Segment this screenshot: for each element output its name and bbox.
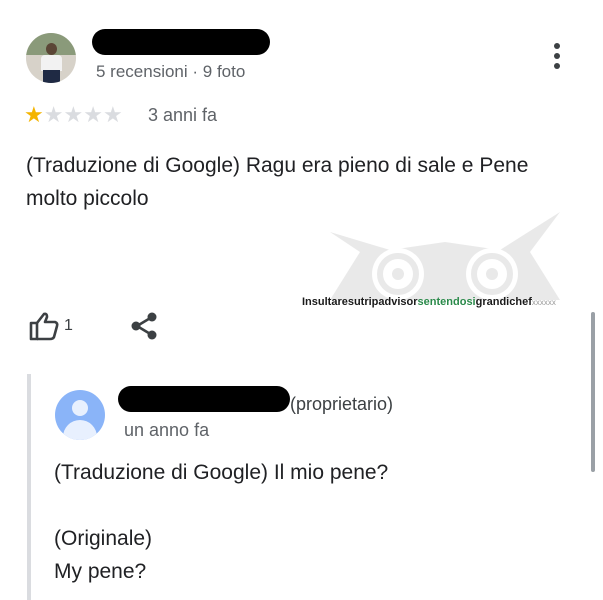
thumb-up-icon[interactable] bbox=[28, 310, 60, 342]
review-text: (Traduzione di Google) Ragu era pieno di… bbox=[26, 154, 529, 210]
review-time: 3 anni fa bbox=[148, 105, 218, 125]
watermark-owl-logo bbox=[330, 212, 560, 300]
avatar-body bbox=[63, 420, 97, 440]
share-icon[interactable] bbox=[130, 311, 158, 341]
like-count: 1 bbox=[64, 317, 73, 334]
avatar-head bbox=[72, 400, 88, 416]
avatar-person-body bbox=[41, 55, 62, 71]
star-icon: ★ bbox=[83, 102, 103, 127]
star-icon: ★ bbox=[102, 102, 123, 127]
star-icon: ★ bbox=[24, 102, 44, 127]
star-icon: ★ bbox=[63, 102, 84, 127]
reply-indent-bar bbox=[27, 374, 31, 600]
reviewer-meta[interactable]: 5 recensioni · 9 foto bbox=[96, 62, 245, 82]
reply-time: un anno fa bbox=[124, 420, 210, 440]
owner-avatar[interactable] bbox=[55, 390, 105, 440]
reviewer-name-redacted bbox=[92, 29, 270, 55]
reviewer-avatar[interactable] bbox=[26, 33, 76, 83]
watermark-text: Insultaresutripadvisorsentendosigrandich… bbox=[302, 296, 556, 308]
star-icon: ★ bbox=[43, 102, 64, 127]
avatar-person-head bbox=[46, 43, 57, 55]
reply-text: (Traduzione di Google) Il mio pene? (Ori… bbox=[54, 461, 389, 583]
scrollbar[interactable] bbox=[591, 312, 595, 472]
owner-tag: (proprietario) bbox=[290, 394, 394, 414]
avatar-person-legs bbox=[43, 70, 60, 83]
more-vert-icon[interactable] bbox=[551, 43, 563, 73]
owner-name-redacted bbox=[118, 386, 290, 412]
star-rating: ★★★★★ bbox=[24, 104, 123, 126]
